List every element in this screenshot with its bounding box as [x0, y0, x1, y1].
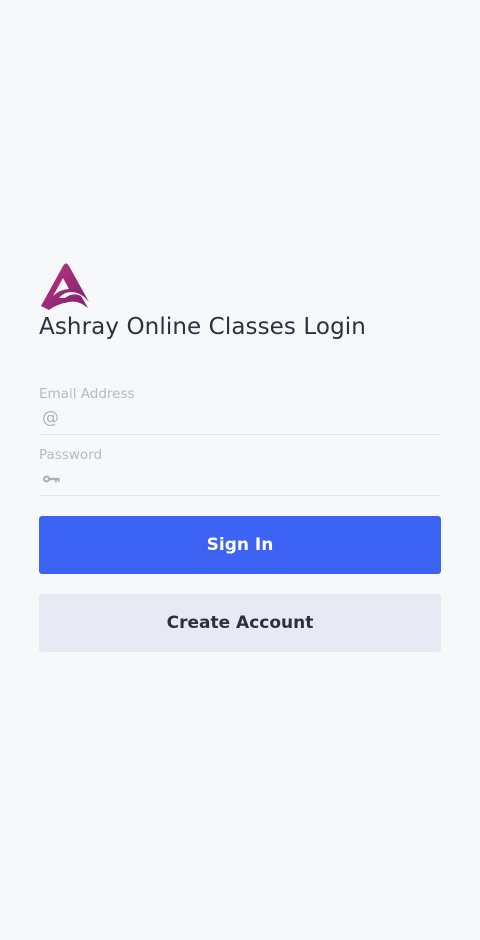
email-field-row[interactable]: @ — [39, 402, 441, 435]
email-input[interactable] — [68, 403, 441, 433]
ashray-logo-icon — [41, 263, 89, 310]
login-panel: Ashray Online Classes Login Email Addres… — [39, 262, 441, 652]
email-field-group: Email Address @ — [39, 386, 441, 435]
password-field-row[interactable] — [39, 463, 441, 496]
page-title: Ashray Online Classes Login — [39, 314, 366, 340]
create-account-button[interactable]: Create Account — [39, 594, 441, 652]
password-field-group: Password — [39, 447, 441, 496]
password-label: Password — [39, 447, 103, 463]
password-input[interactable] — [68, 464, 441, 494]
email-label: Email Address — [39, 386, 135, 402]
at-sign-icon: @ — [42, 408, 59, 428]
key-icon — [39, 474, 68, 484]
sign-in-button[interactable]: Sign In — [39, 516, 441, 574]
